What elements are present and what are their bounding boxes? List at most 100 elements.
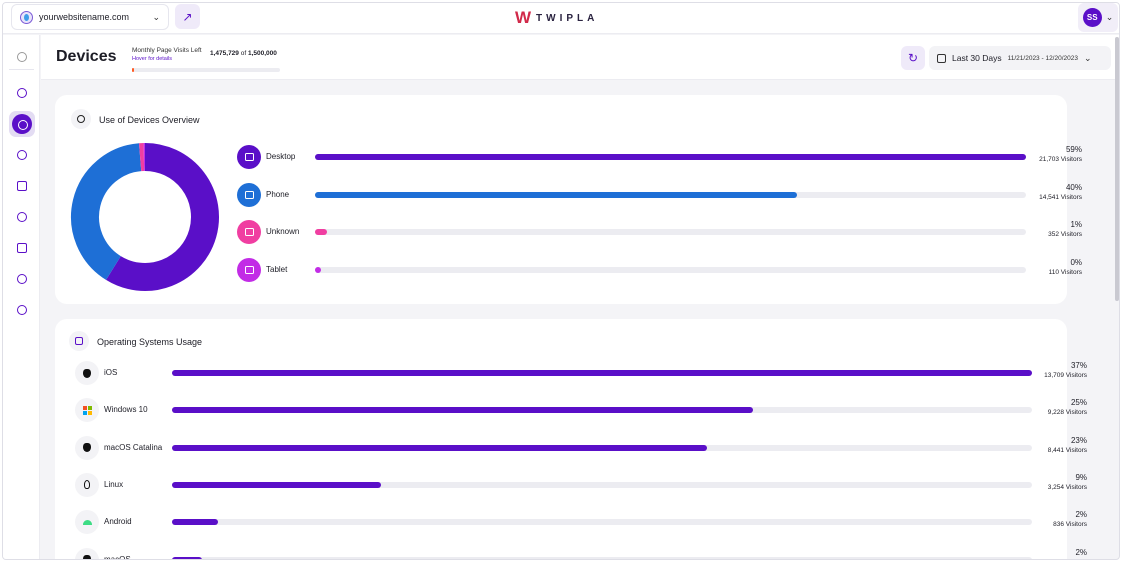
- os-percent: 37%: [1070, 361, 1087, 370]
- os-row[interactable]: iOS 37% 13,709 Visitors: [75, 361, 1095, 385]
- apple-icon: [83, 368, 91, 378]
- device-glyph-icon: [244, 228, 254, 236]
- windows-icon: [82, 405, 92, 415]
- calendar-icon: [937, 53, 946, 63]
- windows-tile: [82, 410, 87, 415]
- page-header: Devices Monthly Page Visits Left Hover f…: [41, 35, 1119, 80]
- date-range-label: Last 30 Days: [952, 53, 1002, 63]
- shield-icon: [17, 212, 27, 222]
- chevron-down-icon: ⌄: [152, 11, 160, 22]
- windows-tile: [82, 405, 87, 410]
- scrollbar[interactable]: [1115, 37, 1119, 301]
- page-visits-widget[interactable]: Monthly Page Visits Left Hover for detai…: [132, 47, 292, 72]
- chevron-down-icon: ⌄: [1083, 52, 1092, 63]
- external-link-icon: ↗: [182, 9, 193, 24]
- os-icon-wrap: [75, 510, 99, 535]
- os-bar-track: [172, 370, 1032, 376]
- device-percent: 1%: [1070, 220, 1082, 229]
- os-bar-track: [172, 407, 1032, 414]
- os-label: Linux: [104, 479, 124, 489]
- device-row[interactable]: Unknown 1% 352 Visitors: [237, 220, 1087, 244]
- sidebar-item-privacy[interactable]: [9, 204, 35, 230]
- device-bar-fill: [315, 191, 798, 198]
- collapse-sidebar-button[interactable]: [9, 44, 35, 70]
- collapse-icon: [17, 52, 27, 62]
- chevron-down-icon: ⌄: [1105, 12, 1114, 22]
- briefcase-icon: [17, 243, 27, 253]
- device-row[interactable]: Desktop 59% 21,703 Visitors: [237, 145, 1087, 169]
- device-stat: 1% 352 Visitors: [1027, 220, 1082, 238]
- device-icon: [237, 257, 261, 282]
- device-bar-track: [315, 266, 1026, 273]
- device-stat: 0% 110 Visitors: [1027, 258, 1082, 276]
- device-glyph-icon: [244, 190, 254, 199]
- clock-icon: [77, 115, 85, 123]
- account-menu[interactable]: SS ⌄: [1078, 3, 1118, 32]
- os-bar-fill: [172, 370, 1032, 376]
- os-stat: 9% 3,254 Visitors: [1035, 473, 1087, 491]
- os-row[interactable]: macOS Catalina 23% 8,441 Visitors: [75, 435, 1095, 460]
- sidebar-item-overview[interactable]: [9, 80, 35, 106]
- os-icon-wrap: [75, 547, 99, 559]
- os-label: Android: [104, 517, 132, 527]
- os-label: iOS: [104, 368, 118, 377]
- sidebar-item-feedback[interactable]: [9, 173, 35, 199]
- sidebar-item-behavior[interactable]: [9, 142, 35, 168]
- date-range-picker[interactable]: Last 30 Days 11/21/2023 - 12/20/2023 ⌄: [929, 46, 1111, 70]
- device-bar-fill: [315, 154, 1026, 160]
- os-visitors: 836 Visitors: [1053, 521, 1087, 529]
- website-selector[interactable]: yourwebsitename.com ⌄: [11, 4, 169, 30]
- device-icon: [237, 220, 261, 244]
- os-icon-wrap: [75, 398, 99, 423]
- visits-count: 1,475,729 of 1,500,000: [210, 50, 277, 57]
- device-stat: 59% 21,703 Visitors: [1027, 145, 1082, 163]
- os-stat: 23% 8,441 Visitors: [1035, 436, 1087, 454]
- refresh-icon: ↻: [907, 51, 919, 65]
- sidebar-item-analytics[interactable]: [9, 111, 35, 137]
- donut-slice-phone[interactable]: [71, 143, 142, 280]
- windows-tile: [87, 410, 92, 415]
- visits-progress-bar: [132, 68, 280, 72]
- os-bar-track: [172, 519, 1032, 526]
- apple-icon: [83, 555, 91, 559]
- sidebar-item-marketing[interactable]: [9, 235, 35, 261]
- devices-donut-chart: [71, 143, 219, 291]
- device-visitors: 14,541 Visitors: [1039, 193, 1082, 201]
- globe-icon: [20, 10, 33, 24]
- donut-slice-desktop[interactable]: [106, 143, 219, 291]
- sidebar-item-location[interactable]: [9, 297, 35, 323]
- os-label: macOS Catalina: [104, 442, 163, 452]
- os-row[interactable]: Android 2% 836 Visitors: [75, 510, 1095, 535]
- card-title: Use of Devices Overview: [99, 115, 200, 125]
- os-bar-track: [172, 481, 1032, 488]
- device-icon: [237, 182, 261, 207]
- device-label: Phone: [266, 189, 290, 199]
- device-visitors: 352 Visitors: [1048, 231, 1082, 238]
- device-visitors: 110 Visitors: [1048, 268, 1082, 276]
- os-percent: 2%: [1075, 510, 1087, 520]
- os-row[interactable]: Linux 9% 3,254 Visitors: [75, 472, 1095, 497]
- device-percent: 59%: [1065, 145, 1082, 154]
- device-label: Unknown: [266, 227, 300, 236]
- visits-of: of: [240, 50, 247, 57]
- os-row[interactable]: macOS 2%: [75, 547, 1095, 559]
- sidebar-item-settings[interactable]: [9, 266, 35, 292]
- location-pin-icon: [17, 305, 27, 315]
- list-icon: [75, 337, 83, 345]
- device-percent: 40%: [1065, 182, 1082, 192]
- card-icon: [69, 331, 89, 351]
- sidebar-divider: [9, 69, 34, 70]
- device-row[interactable]: Tablet 0% 110 Visitors: [237, 257, 1087, 282]
- os-row[interactable]: Windows 10 25% 9,228 Visitors: [75, 398, 1095, 423]
- visits-progress-fill: [132, 68, 135, 72]
- device-row[interactable]: Phone 40% 14,541 Visitors: [237, 182, 1087, 207]
- logo-mark-icon: W: [515, 8, 531, 27]
- card-icon: [71, 109, 91, 129]
- refresh-button[interactable]: ↻: [901, 46, 925, 70]
- open-external-button[interactable]: ↗: [175, 4, 200, 29]
- device-bar-track: [315, 229, 1026, 235]
- device-bar-track: [315, 191, 1026, 198]
- os-icon-wrap: [75, 435, 99, 460]
- date-range-value: 11/21/2023 - 12/20/2023: [1007, 54, 1078, 62]
- analytics-icon: [12, 114, 32, 134]
